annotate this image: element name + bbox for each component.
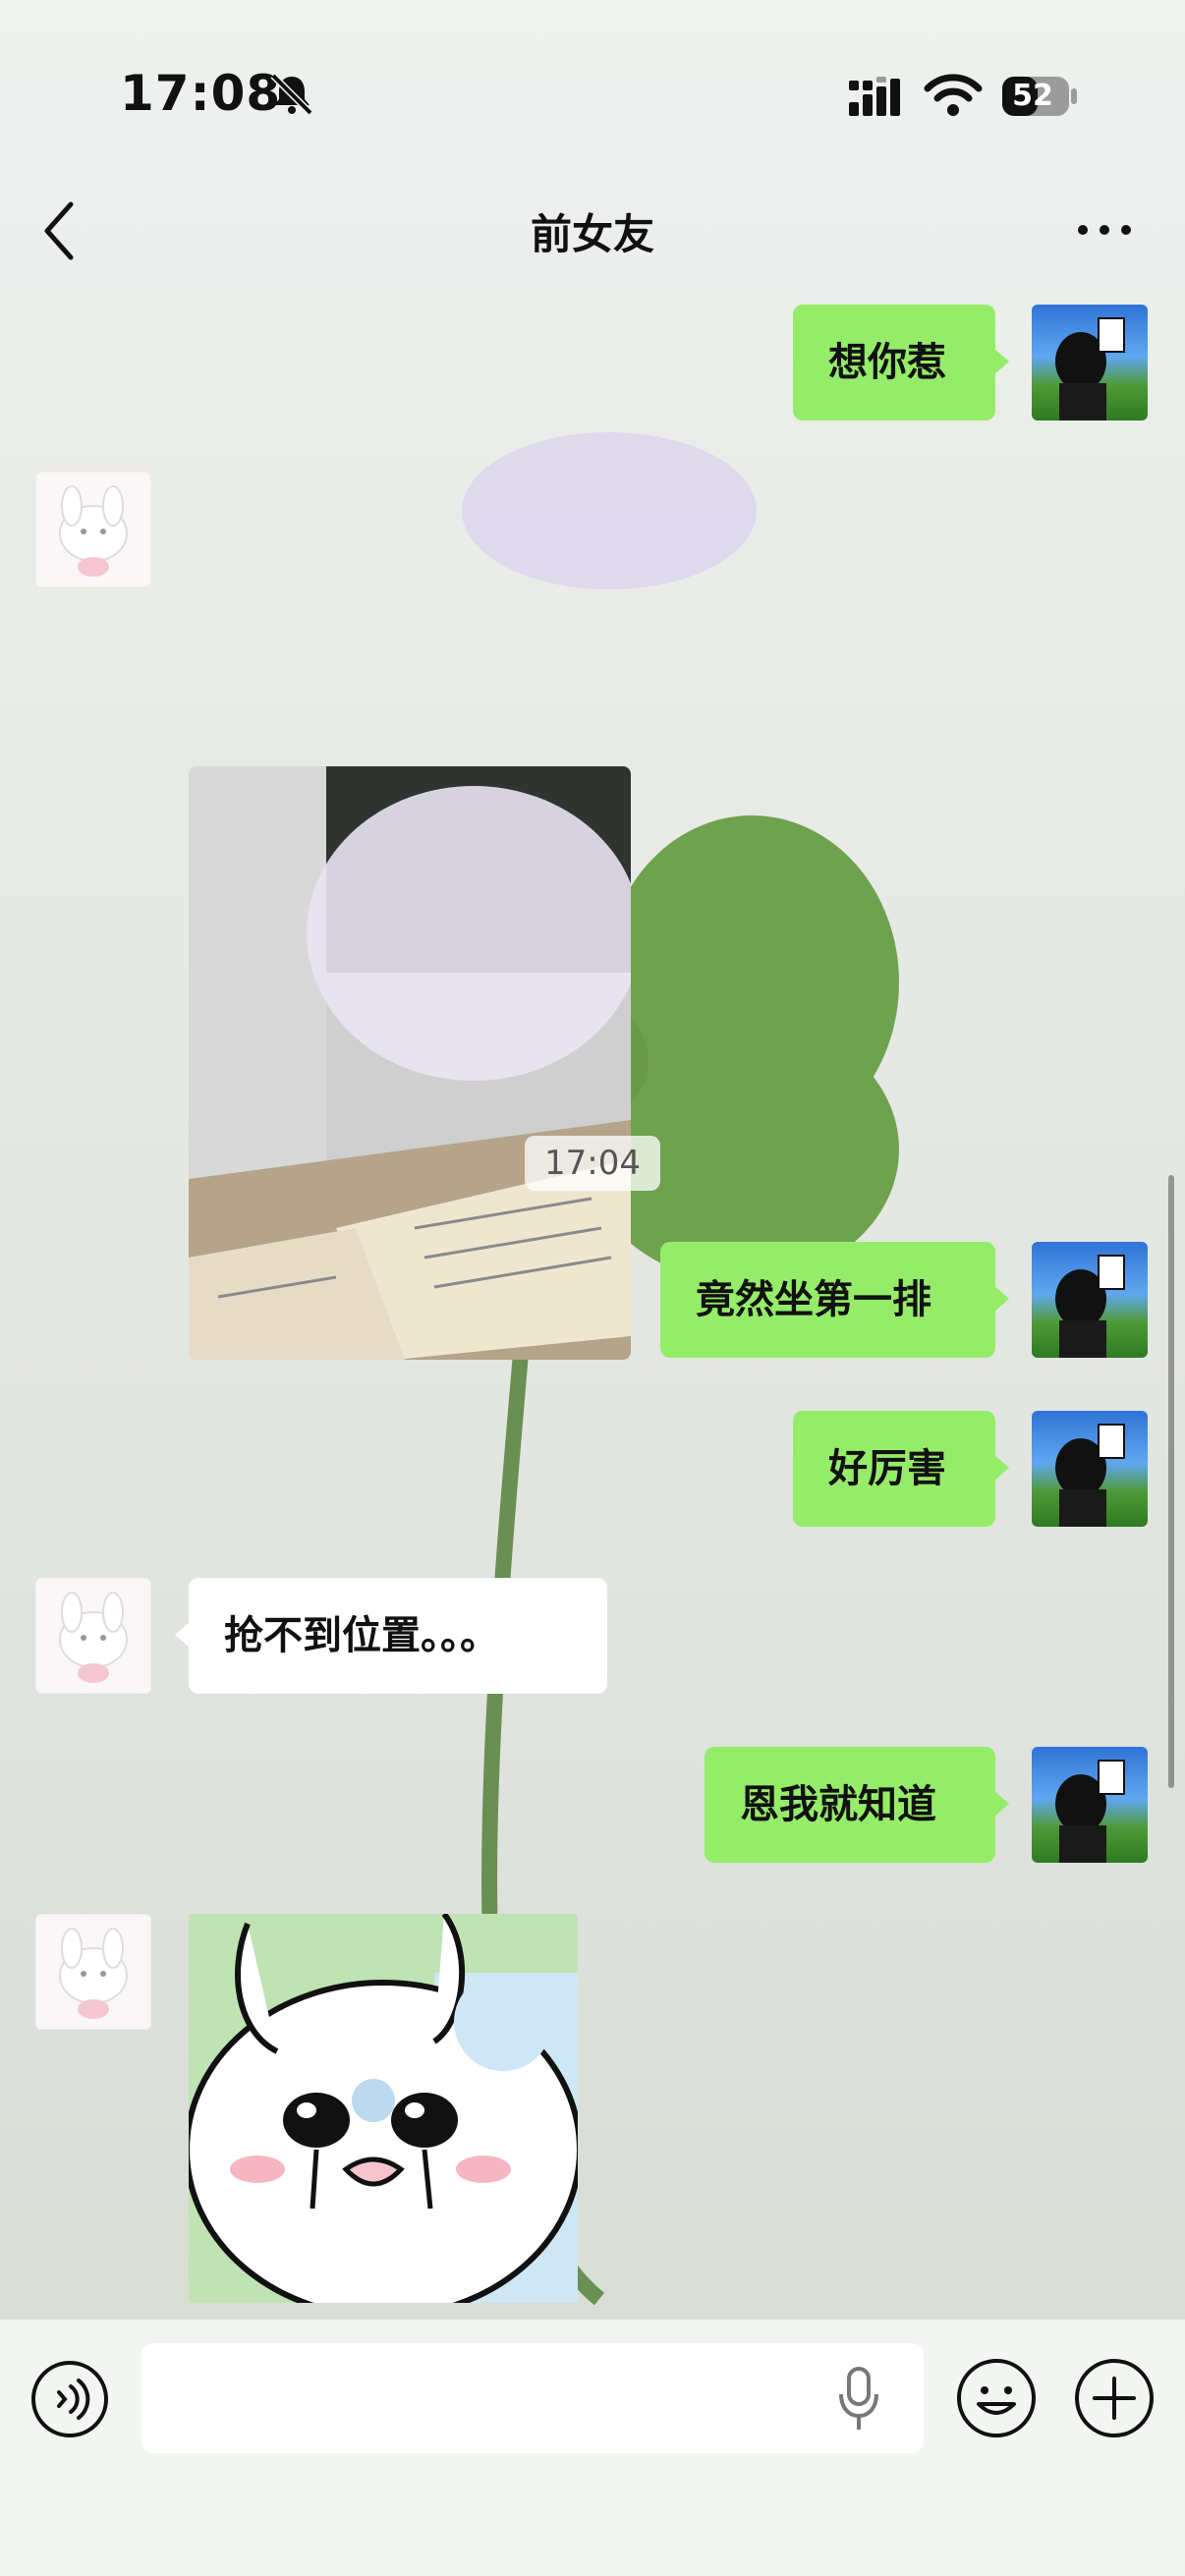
my-avatar[interactable] [1032,1411,1148,1527]
plus-icon[interactable] [1073,2357,1156,2439]
message-bubble-me[interactable]: 想你惹 [793,305,1009,420]
input-bar [0,2319,1185,2576]
contact-avatar[interactable] [35,1578,151,1694]
scrollbar[interactable] [1168,1175,1174,1788]
avatar-image [1055,1255,1125,1358]
avatar-image [1055,1424,1125,1527]
bell-muted-icon [270,73,313,116]
my-avatar[interactable] [1032,1242,1148,1358]
message-bubble-me[interactable]: 好厉害 [793,1411,1009,1527]
wifi-icon [924,74,983,116]
top-bar: 17:08 52 前女友 [0,0,1185,295]
message-bubble-other[interactable]: 抢不到位置。。。 [175,1578,607,1694]
my-avatar[interactable] [1032,1747,1148,1863]
emoji-icon[interactable] [955,2357,1038,2439]
voice-icon[interactable] [29,2359,110,2439]
battery-level: 52 [1012,79,1053,113]
more-dots-icon[interactable] [1075,218,1134,242]
message-bubble-me[interactable]: 竟然坐第一排 [660,1242,1009,1358]
contact-avatar[interactable] [35,472,151,588]
sticker[interactable] [189,1914,578,2303]
bunny-avatar-icon [59,1928,128,2019]
chat-area[interactable]: 想你惹 17:04 竟然坐第一排 好厉害 抢不到位置。。。 恩我就知道 [0,295,1185,2319]
crying-bunny-sticker-image [189,1914,578,2303]
my-avatar[interactable] [1032,305,1148,420]
status-time: 17:08 [120,65,282,122]
avatar-image [1055,1760,1125,1863]
timestamp: 17:04 [525,1136,660,1191]
shared-photo[interactable] [189,766,631,1360]
chat-title: 前女友 [530,210,654,258]
classroom-photo-image [189,766,631,1360]
signal-icon [849,77,900,116]
avatar-image [1055,317,1125,420]
bunny-avatar-icon [59,1592,128,1683]
message-input[interactable] [141,2343,924,2453]
contact-avatar[interactable] [35,1914,151,2030]
chat-screen: 17:08 52 前女友 想你惹 17:04 竟然坐第一排 好厉害 抢不到位置。… [0,0,1185,2576]
microphone-icon[interactable] [835,2365,882,2434]
message-bubble-me[interactable]: 恩我就知道 [705,1747,1009,1863]
bunny-avatar-icon [59,485,128,577]
